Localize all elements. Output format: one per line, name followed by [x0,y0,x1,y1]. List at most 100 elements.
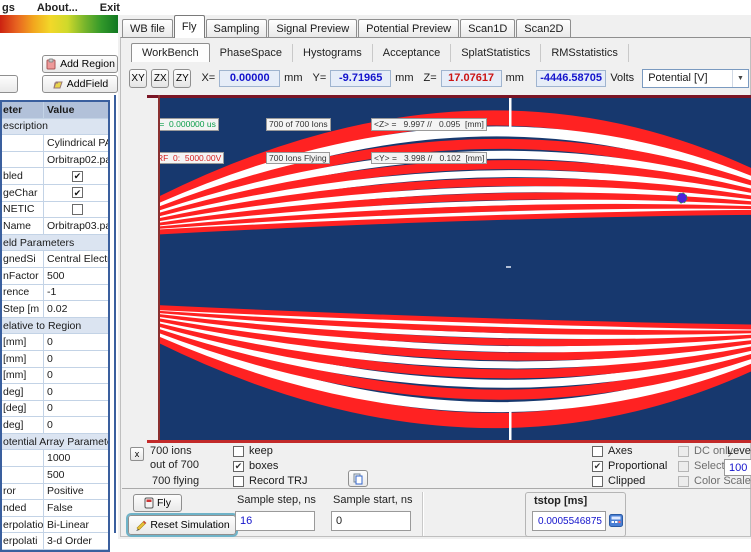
parameter-table: eter Value escriptionCylindrical PAOrbit… [0,100,110,552]
parameter-value-cell[interactable]: 0 [44,334,108,350]
tab-fly[interactable]: Fly [174,15,205,38]
checkbox-unchecked-icon[interactable] [592,476,603,487]
add-field-button[interactable]: AddField [42,75,118,93]
y-stat-readout: <Y> = 3.998 // 0.102 [mm] [371,152,487,165]
parameter-row: Orbitrap02.pa [2,152,108,169]
parameter-row: [mm]0 [2,334,108,351]
parameter-value-cell[interactable]: Orbitrap03.pa [44,218,108,234]
tab-sampling[interactable]: Sampling [206,19,268,38]
checkbox-checked-icon[interactable] [72,187,83,198]
parameter-section-row: elative to Region [2,318,108,335]
checkbox-row: Axes [592,445,667,457]
parameter-value-cell[interactable]: False [44,500,108,516]
trajectory-viewport[interactable]: t= 0.000000 us RF 0: 5000.00V 700 of 700… [158,95,751,443]
parameter-value-cell[interactable]: 3-d Order [44,533,108,549]
subtab-hystograms[interactable]: Hystograms [293,44,373,62]
parameter-name: gnedSi [2,251,44,267]
checkbox-checked-icon[interactable] [233,461,244,472]
parameter-value-cell[interactable]: Cylindrical PA [44,135,108,151]
parameter-value-cell[interactable]: 0 [44,401,108,417]
reset-simulation-button[interactable]: Reset Simulation [128,515,236,535]
view-xy-button[interactable]: XY [129,69,147,88]
subtab-splatstatistics[interactable]: SplatStatistics [451,44,541,62]
tab-signal-preview[interactable]: Signal Preview [268,19,357,38]
parameter-row: deg]0 [2,384,108,401]
parameter-value-cell[interactable] [44,202,108,218]
parameter-name: Step [m [2,301,44,317]
parameter-value-cell[interactable]: 0 [44,351,108,367]
parameter-row: [mm]0 [2,368,108,385]
partial-field-button[interactable]: ld [0,75,18,93]
parameter-row: Cylindrical PA [2,135,108,152]
subtab-phasespace[interactable]: PhaseSpace [210,44,293,62]
panel-splitter[interactable] [114,95,116,533]
ions-count-readout: 700 of 700 Ions [266,118,331,131]
parameter-value-cell[interactable] [44,168,108,184]
record-trj-copy-button[interactable] [348,470,368,487]
checkbox-unchecked-icon [678,461,689,472]
pa-boundary-top [147,95,751,98]
parameter-row: nFactor500 [2,268,108,285]
close-group-button[interactable]: x [130,447,144,461]
parameter-value-cell[interactable]: 500 [44,268,108,284]
calculator-icon[interactable] [609,514,623,527]
parameter-value-cell[interactable]: Orbitrap02.pa [44,152,108,168]
checkbox-checked-icon[interactable] [592,461,603,472]
parameter-row: rorPositive [2,484,108,501]
time-rf-overlay: t= 0.000000 us RF 0: 5000.00V [158,97,224,185]
sample-step-label: Sample step, ns [237,494,316,506]
parameter-value-cell[interactable]: 1000 [44,450,108,466]
subtab-acceptance[interactable]: Acceptance [373,44,451,62]
checkbox-row: Clipped [592,475,667,487]
add-region-button[interactable]: Add Region [42,55,118,73]
parameter-name [2,135,44,151]
parameter-value-cell[interactable]: 0 [44,384,108,400]
parameter-value-cell[interactable]: Bi-Linear [44,517,108,533]
sub-tab-bar: WorkBenchPhaseSpaceHystogramsAcceptanceS… [131,42,629,62]
fly-button[interactable]: Fly [133,494,182,512]
parameter-value-cell[interactable]: Positive [44,484,108,500]
fly-tool-icon [144,497,154,509]
menu-item-exit[interactable]: Exit [100,2,120,14]
parameter-name: [mm] [2,351,44,367]
tab-scan1d[interactable]: Scan1D [460,19,515,38]
ions-status-line1: 700 ions [150,445,192,457]
subtab-rmsstatistics[interactable]: RMSstatistics [541,44,629,62]
parameter-row: geChar [2,185,108,202]
view-zx-button[interactable]: ZX [151,69,169,88]
parameter-value-cell[interactable] [44,185,108,201]
parameter-value-cell[interactable]: 500 [44,467,108,483]
view-zy-button[interactable]: ZY [173,69,191,88]
menu-item-about[interactable]: About... [37,2,78,14]
parameter-name: [mm] [2,334,44,350]
checkbox-unchecked-icon[interactable] [233,476,244,487]
tab-scan2d[interactable]: Scan2D [516,19,571,38]
parameter-name: nded [2,500,44,516]
tstop-input[interactable]: 0.0005546875 [532,511,606,531]
checkbox-row: Proportional [592,460,667,472]
level-input[interactable]: 100 [724,459,751,476]
section-label: elative to Region [2,320,81,332]
subtab-workbench[interactable]: WorkBench [131,43,210,62]
checkbox-unchecked-icon [678,446,689,457]
checkbox-unchecked-icon[interactable] [72,204,83,215]
sample-step-input[interactable]: 16 [235,511,315,531]
parameter-value-cell[interactable]: -1 [44,285,108,301]
tab-potential-preview[interactable]: Potential Preview [358,19,459,38]
tab-wb-file[interactable]: WB file [122,19,173,38]
display-mode-dropdown[interactable]: Potential [V] ▼ [642,69,749,88]
menu-bar: gs About... Exit [0,0,751,15]
checkbox-checked-icon[interactable] [72,171,83,182]
checkbox-unchecked-icon[interactable] [592,446,603,457]
parameter-value-cell[interactable]: 0.02 [44,301,108,317]
chevron-down-icon: ▼ [732,70,748,87]
parameter-row: erpolatioBi-Linear [2,517,108,534]
parameter-value-cell[interactable]: 0 [44,368,108,384]
parameter-value-cell[interactable]: Central Electrode [44,251,108,267]
checkbox-unchecked-icon[interactable] [233,446,244,457]
sample-start-input[interactable]: 0 [331,511,411,531]
checkbox-label: keep [249,445,273,457]
parameter-value-cell[interactable]: 0 [44,417,108,433]
ion-splat-marker [677,193,687,203]
menu-item-gs[interactable]: gs [2,2,15,14]
